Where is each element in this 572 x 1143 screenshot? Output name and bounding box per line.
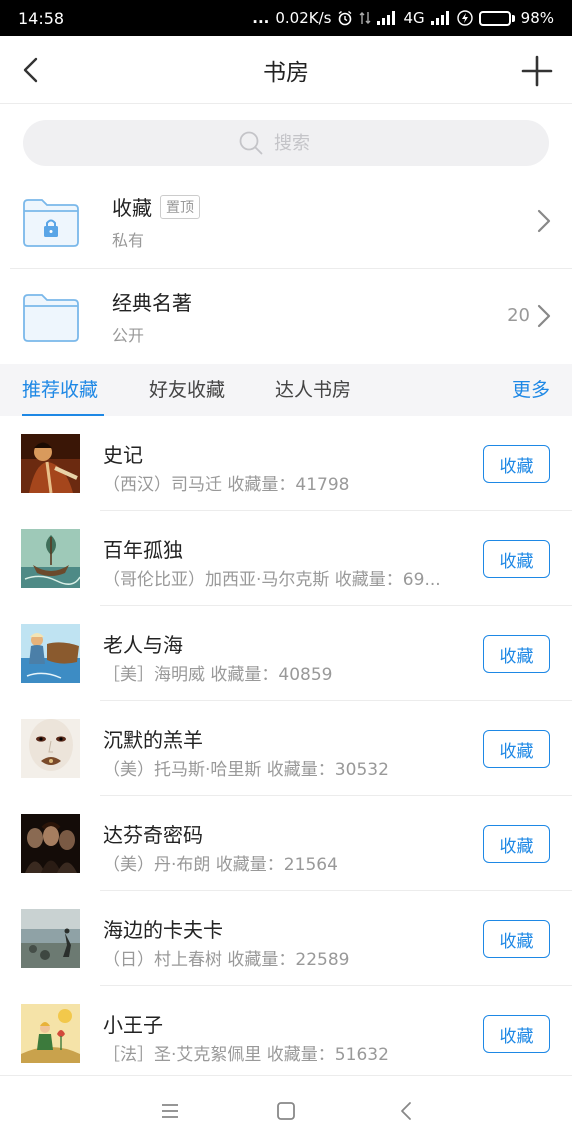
book-cover-solitude xyxy=(21,529,80,588)
book-title: 老人与海 xyxy=(103,633,183,657)
status-time: 14:58 xyxy=(18,8,65,28)
book-meta: ［美］海明威 收藏量：40859 xyxy=(103,665,333,685)
signal-icon-secondary xyxy=(430,11,449,25)
home-square-icon[interactable] xyxy=(273,1098,299,1124)
book-meta: （日）村上春树 收藏量：22589 xyxy=(103,950,350,970)
folder-text: 收藏 置顶 私有 xyxy=(112,192,200,251)
book-title: 达芬奇密码 xyxy=(103,823,203,847)
book-cover-kafka xyxy=(21,909,80,968)
charging-icon xyxy=(456,10,473,26)
status-speed: 0.02K/s xyxy=(275,9,332,27)
list-item[interactable]: 海边的卡夫卡 （日）村上春树 收藏量：22589 收藏 xyxy=(0,891,572,986)
book-cover-shiji xyxy=(21,434,80,493)
tab-recommended[interactable]: 推荐收藏 xyxy=(22,364,98,416)
chevron-right-icon xyxy=(537,304,551,328)
status-indicators: ... 0.02K/s 4G 98% xyxy=(252,9,554,27)
signal-icon xyxy=(377,11,396,25)
page-title: 书房 xyxy=(263,59,309,86)
battery-percent: 98% xyxy=(520,9,554,27)
pinned-badge: 置顶 xyxy=(160,194,200,219)
plus-icon[interactable] xyxy=(520,54,554,88)
list-item[interactable]: 达芬奇密码 （美）丹·布朗 收藏量：21564 收藏 xyxy=(0,796,572,891)
app-header: 书房 xyxy=(0,36,572,104)
status-dots: ... xyxy=(252,9,270,27)
search-input[interactable] xyxy=(274,132,334,154)
book-meta: （美）丹·布朗 收藏量：21564 xyxy=(103,855,338,875)
book-cover-davinci xyxy=(21,814,80,873)
book-cover-lambs xyxy=(21,719,80,778)
tab-friends[interactable]: 好友收藏 xyxy=(149,364,225,416)
folder-row-classics[interactable]: 经典名著 公开 20 xyxy=(0,269,572,363)
back-triangle-icon[interactable] xyxy=(393,1098,419,1124)
collect-button[interactable]: 收藏 xyxy=(483,540,550,578)
collect-button[interactable]: 收藏 xyxy=(483,825,550,863)
book-title: 百年孤独 xyxy=(103,538,183,562)
tab-experts[interactable]: 达人书房 xyxy=(275,364,351,416)
book-title: 小王子 xyxy=(103,1013,163,1037)
folder-row-favorites[interactable]: 收藏 置顶 私有 xyxy=(0,174,572,268)
collect-button[interactable]: 收藏 xyxy=(483,635,550,673)
list-item[interactable]: 史记 （西汉）司马迁 收藏量：41798 收藏 xyxy=(0,416,572,511)
more-link[interactable]: 更多 xyxy=(512,364,550,416)
list-item[interactable]: 小王子 ［法］圣·艾克絮佩里 收藏量：51632 收藏 xyxy=(0,986,572,1081)
book-meta: （哥伦比亚）加西亚·马尔克斯 收藏量：69... xyxy=(103,570,441,590)
list-item[interactable]: 老人与海 ［美］海明威 收藏量：40859 收藏 xyxy=(0,606,572,701)
book-cover-prince xyxy=(21,1004,80,1063)
book-title: 史记 xyxy=(103,443,143,467)
status-bar: 14:58 ... 0.02K/s 4G 98% xyxy=(0,0,572,36)
system-nav-bar xyxy=(0,1075,572,1143)
tab-bar: 推荐收藏 好友收藏 达人书房 更多 xyxy=(0,364,572,416)
book-meta: （西汉）司马迁 收藏量：41798 xyxy=(103,475,350,495)
alarm-icon xyxy=(339,10,352,26)
data-arrows-icon xyxy=(359,12,371,24)
book-cover-oldman xyxy=(21,624,80,683)
folder-visibility: 公开 xyxy=(112,326,145,345)
book-meta: （美）托马斯·哈里斯 收藏量：30532 xyxy=(103,760,389,780)
list-item[interactable]: 沉默的羔羊 （美）托马斯·哈里斯 收藏量：30532 收藏 xyxy=(0,701,572,796)
collect-button[interactable]: 收藏 xyxy=(483,1015,550,1053)
collect-button[interactable]: 收藏 xyxy=(483,920,550,958)
chevron-right-icon xyxy=(537,209,551,233)
folder-name: 经典名著 xyxy=(112,291,192,315)
book-title: 沉默的羔羊 xyxy=(103,728,203,752)
folder-name: 收藏 xyxy=(112,196,152,220)
battery-icon xyxy=(478,10,515,26)
menu-icon[interactable] xyxy=(157,1098,183,1124)
network-type: 4G xyxy=(403,9,425,27)
search-bar[interactable] xyxy=(23,120,549,166)
book-meta: ［法］圣·艾克絮佩里 收藏量：51632 xyxy=(103,1045,389,1065)
folder-count: 20 xyxy=(507,305,530,326)
locked-folder-icon xyxy=(23,199,79,247)
folder-visibility: 私有 xyxy=(112,231,145,250)
collect-button[interactable]: 收藏 xyxy=(483,730,550,768)
folder-icon xyxy=(23,294,79,342)
book-title: 海边的卡夫卡 xyxy=(103,918,223,942)
chevron-left-icon[interactable] xyxy=(16,54,48,86)
list-item[interactable]: 百年孤独 （哥伦比亚）加西亚·马尔克斯 收藏量：69... 收藏 xyxy=(0,511,572,606)
search-icon xyxy=(239,131,263,155)
collect-button[interactable]: 收藏 xyxy=(483,445,550,483)
folder-text: 经典名著 公开 xyxy=(112,287,192,346)
